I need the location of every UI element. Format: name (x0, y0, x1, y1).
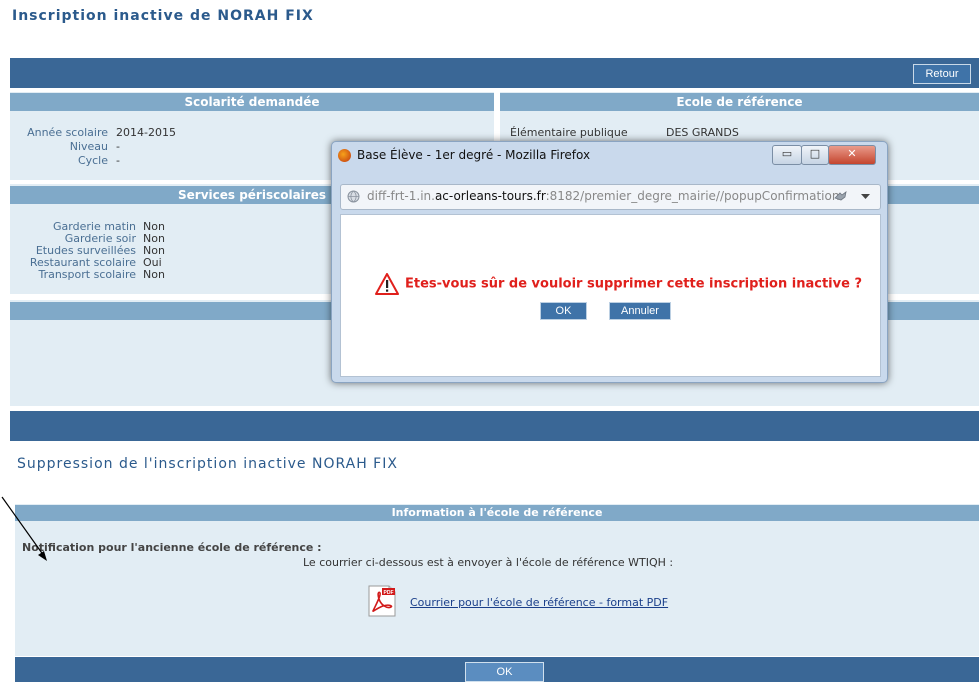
niveau-value: - (116, 140, 120, 153)
url-bar[interactable]: diff-frt-1.in.ac-orleans-tours.fr:8182/p… (340, 184, 881, 210)
pdf-link[interactable]: Courrier pour l'école de référence - for… (410, 596, 668, 609)
url-text: diff-frt-1.in.ac-orleans-tours.fr:8182/p… (367, 189, 839, 203)
popup-cancel-button[interactable]: Annuler (609, 302, 671, 320)
confirm-popup-window: Base Élève - 1er degré - Mozilla Firefox… (331, 141, 888, 383)
suppression-title: Suppression de l'inscription inactive NO… (17, 456, 398, 472)
chevron-down-icon[interactable] (861, 194, 870, 200)
annee-label: Année scolaire (27, 126, 108, 139)
firefox-icon (338, 149, 351, 162)
arrow-annotation (1, 496, 47, 561)
page-title: Inscription inactive de NORAH FIX (12, 8, 314, 24)
warning-icon (375, 273, 399, 295)
ecole-ref-type: Élémentaire publique (510, 126, 628, 139)
courrier-text: Le courrier ci-dessous est à envoyer à l… (303, 556, 674, 569)
cycle-label: Cycle (77, 154, 108, 167)
periscolaire-value: Non (143, 268, 165, 281)
popup-ok-button[interactable]: OK (540, 302, 587, 320)
information-panel (15, 504, 979, 656)
separator-bar (10, 411, 979, 441)
close-icon[interactable]: ✕ (828, 145, 876, 165)
popup-content: Etes-vous sûr de vouloir supprimer cette… (340, 214, 881, 377)
minimize-icon[interactable]: ▭ (772, 145, 802, 165)
url-prefix: diff-frt-1.in. (367, 189, 435, 203)
confirm-message: Etes-vous sûr de vouloir supprimer cette… (375, 273, 862, 295)
maximize-icon[interactable]: □ (801, 145, 829, 165)
niveau-label: Niveau (69, 140, 108, 153)
periscolaire-label: Transport scolaire (38, 268, 136, 281)
annee-value: 2014-2015 (116, 126, 176, 139)
ecole-ref-header: Ecole de référence (500, 93, 979, 111)
information-header: Information à l'école de référence (15, 505, 979, 521)
top-toolbar (10, 58, 979, 88)
ok-button[interactable]: OK (465, 662, 544, 682)
pdf-icon[interactable]: PDF (367, 585, 397, 617)
globe-icon (347, 190, 360, 203)
cycle-value: - (116, 154, 120, 167)
popup-title-bar: Base Élève - 1er degré - Mozilla Firefox (338, 148, 590, 166)
scolarite-header: Scolarité demandée (10, 93, 494, 111)
ecole-ref-name: DES GRANDS (666, 126, 739, 139)
notification-label: Notification pour l'ancienne école de ré… (22, 541, 322, 554)
popup-window-title: Base Élève - 1er degré - Mozilla Firefox (357, 148, 591, 162)
url-rest: :8182/premier_degre_mairie//popupConfirm… (545, 189, 840, 203)
addon-icon[interactable] (833, 190, 849, 203)
pdf-icon-label: PDF (384, 590, 394, 596)
url-host: ac-orleans-tours.fr (434, 189, 546, 203)
confirm-message-text: Etes-vous sûr de vouloir supprimer cette… (405, 276, 862, 292)
retour-button[interactable]: Retour (913, 64, 971, 84)
